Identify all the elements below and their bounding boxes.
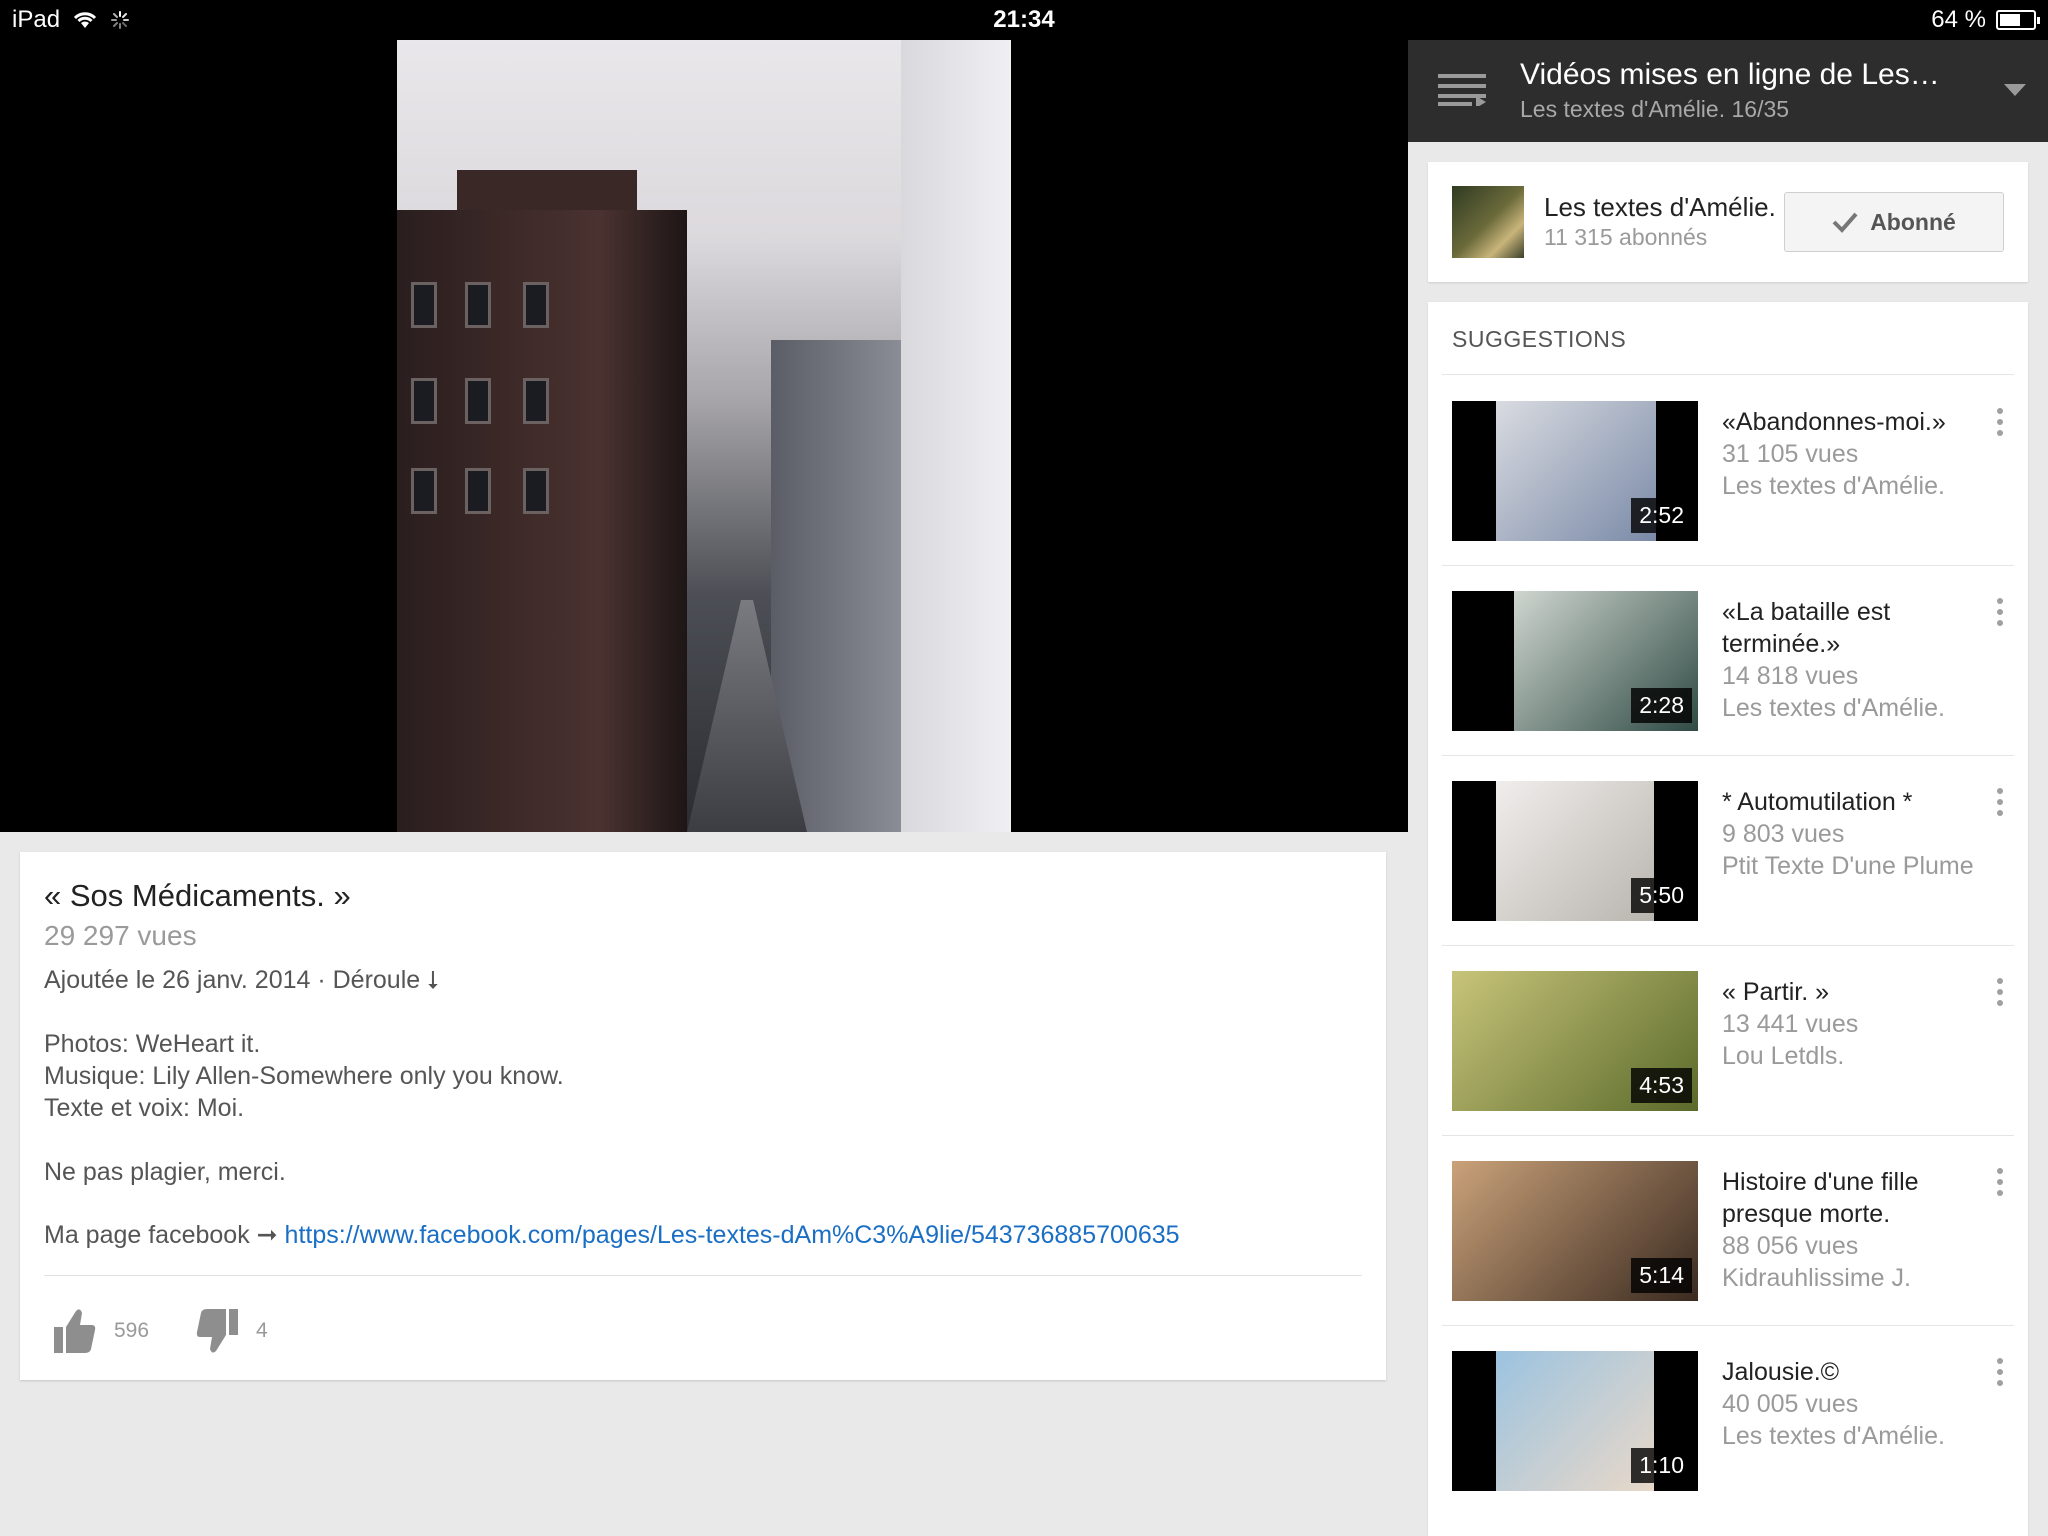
video-date-toggle[interactable]: Ajoutée le 26 janv. 2014 · Déroule ⭣ xyxy=(44,966,439,995)
suggestion-title: «La bataille est terminée.» xyxy=(1722,598,1891,658)
more-options-icon[interactable] xyxy=(1996,408,2004,436)
chevron-down-icon[interactable] xyxy=(2004,84,2026,96)
like-count: 596 xyxy=(114,1319,150,1342)
playlist-icon xyxy=(1438,74,1486,106)
video-frame[interactable] xyxy=(397,40,1011,832)
clock: 21:34 xyxy=(993,6,1055,33)
divider xyxy=(1442,374,2014,375)
suggestion-title: «Abandonnes-moi.» xyxy=(1722,408,1946,436)
facebook-label: Ma page facebook ➞ xyxy=(44,1221,285,1249)
description-line: Texte et voix: Moi. xyxy=(44,1094,245,1122)
facebook-link[interactable]: https://www.facebook.com/pages/Les-texte… xyxy=(285,1221,1180,1249)
video-thumbnail[interactable]: 2:52 xyxy=(1452,401,1698,541)
battery-icon xyxy=(1996,10,2040,30)
playlist-header[interactable]: Vidéos mises en ligne de Les… Les textes… xyxy=(1408,40,2048,142)
suggestion-channel: Les textes d'Amélie. xyxy=(1722,1422,1945,1450)
suggestion-item[interactable]: 2:52 «Abandonnes-moi.» 31 105 vues Les t… xyxy=(1442,376,2014,566)
video-scene-building xyxy=(901,40,1011,832)
description-line: Musique: Lily Allen-Somewhere only you k… xyxy=(44,1062,564,1090)
channel-subscribers: 11 315 abonnés xyxy=(1544,224,1708,250)
suggestion-item[interactable]: 5:14 Histoire d'une fille presque morte.… xyxy=(1442,1136,2014,1326)
video-thumbnail[interactable]: 4:53 xyxy=(1452,971,1698,1111)
video-thumbnail[interactable]: 1:10 xyxy=(1452,1351,1698,1491)
description-line: Ne pas plagier, merci. xyxy=(44,1158,286,1186)
suggestion-views: 31 105 vues xyxy=(1722,440,1859,468)
more-options-icon[interactable] xyxy=(1996,788,2004,816)
video-description: Photos: WeHeart it. Musique: Lily Allen-… xyxy=(44,1028,564,1188)
suggestion-item[interactable]: 4:53 « Partir. » 13 441 vues Lou Letdls. xyxy=(1442,946,2014,1136)
suggestion-views: 88 056 vues xyxy=(1722,1232,1859,1260)
description-line xyxy=(44,1124,564,1156)
dislike-button[interactable]: 4 xyxy=(196,1307,268,1355)
video-player[interactable] xyxy=(0,40,1408,832)
playlist-subtitle: Les textes d'Amélie. 16/35 xyxy=(1520,96,1790,122)
subscribe-label: Abonné xyxy=(1870,208,1956,235)
channel-avatar[interactable] xyxy=(1452,186,1524,258)
divider xyxy=(44,1275,1362,1276)
thumbs-up-icon xyxy=(54,1309,96,1353)
suggestion-channel: Les textes d'Amélie. xyxy=(1722,694,1945,722)
more-options-icon[interactable] xyxy=(1996,1168,2004,1196)
video-thumbnail[interactable]: 2:28 xyxy=(1452,591,1698,731)
video-info-card: « Sos Médicaments. » 29 297 vues Ajoutée… xyxy=(20,852,1386,1380)
more-options-icon[interactable] xyxy=(1996,1358,2004,1386)
suggestion-info: «Abandonnes-moi.» 31 105 vues Les textes… xyxy=(1722,406,1982,502)
suggestions-card: SUGGESTIONS 2:52 «Abandonnes-moi.» 31 10… xyxy=(1428,302,2028,1536)
video-title: « Sos Médicaments. » xyxy=(44,878,351,913)
video-duration: 4:53 xyxy=(1631,1068,1692,1103)
video-thumbnail[interactable]: 5:50 xyxy=(1452,781,1698,921)
suggestion-item[interactable]: 2:28 «La bataille est terminée.» 14 818 … xyxy=(1442,566,2014,756)
suggestion-channel: Ptit Texte D'une Plume xyxy=(1722,852,1974,880)
video-duration: 5:14 xyxy=(1631,1258,1692,1293)
subscribe-button[interactable]: Abonné xyxy=(1784,192,2004,252)
suggestion-info: * Automutilation * 9 803 vues Ptit Texte… xyxy=(1722,786,1982,882)
video-duration: 2:28 xyxy=(1631,688,1692,723)
more-options-icon[interactable] xyxy=(1996,598,2004,626)
suggestion-info: «La bataille est terminée.» 14 818 vues … xyxy=(1722,596,1982,724)
suggestion-info: Jalousie.© 40 005 vues Les textes d'Amél… xyxy=(1722,1356,1982,1452)
like-button[interactable]: 596 xyxy=(54,1307,149,1355)
suggestion-views: 9 803 vues xyxy=(1722,820,1845,848)
check-icon xyxy=(1832,212,1858,233)
suggestion-views: 40 005 vues xyxy=(1722,1390,1859,1418)
more-options-icon[interactable] xyxy=(1996,978,2004,1006)
thumbs-down-icon xyxy=(196,1309,238,1353)
suggestions-heading: SUGGESTIONS xyxy=(1452,326,1627,352)
facebook-line: Ma page facebook ➞ https://www.facebook.… xyxy=(44,1220,1180,1250)
right-panel: Vidéos mises en ligne de Les… Les textes… xyxy=(1408,40,2048,1536)
video-duration: 1:10 xyxy=(1631,1448,1692,1483)
video-scene-building xyxy=(397,210,687,832)
suggestion-views: 14 818 vues xyxy=(1722,662,1859,690)
suggestion-channel: Les textes d'Amélie. xyxy=(1722,472,1945,500)
suggestion-title: Jalousie.© xyxy=(1722,1358,1840,1386)
video-views: 29 297 vues xyxy=(44,920,197,951)
status-bar: iPad 21:34 64 % xyxy=(0,0,2048,40)
suggestion-views: 13 441 vues xyxy=(1722,1010,1859,1038)
suggestion-item[interactable]: 5:50 * Automutilation * 9 803 vues Ptit … xyxy=(1442,756,2014,946)
suggestion-item[interactable]: 1:10 Jalousie.© 40 005 vues Les textes d… xyxy=(1442,1326,2014,1516)
video-thumbnail[interactable]: 5:14 xyxy=(1452,1161,1698,1301)
suggestion-channel: Kidrauhlissime J. xyxy=(1722,1264,1911,1292)
suggestion-info: « Partir. » 13 441 vues Lou Letdls. xyxy=(1722,976,1982,1072)
channel-card: Les textes d'Amélie. 11 315 abonnés Abon… xyxy=(1428,162,2028,282)
video-duration: 2:52 xyxy=(1631,498,1692,533)
battery-percent: 64 % xyxy=(1931,6,1986,33)
suggestion-title: * Automutilation * xyxy=(1722,788,1913,816)
description-line: Photos: WeHeart it. xyxy=(44,1030,261,1058)
channel-name[interactable]: Les textes d'Amélie. xyxy=(1544,192,1776,223)
suggestion-title: Histoire d'une fille presque morte. xyxy=(1722,1168,1919,1228)
video-duration: 5:50 xyxy=(1631,878,1692,913)
suggestion-title: « Partir. » xyxy=(1722,978,1829,1006)
dislike-count: 4 xyxy=(256,1319,268,1342)
status-right: 64 % xyxy=(1931,6,2040,34)
video-scene-building xyxy=(771,340,901,832)
suggestion-info: Histoire d'une fille presque morte. 88 0… xyxy=(1722,1166,1982,1294)
playlist-title: Vidéos mises en ligne de Les… xyxy=(1520,58,1940,91)
suggestion-channel: Lou Letdls. xyxy=(1722,1042,1845,1070)
